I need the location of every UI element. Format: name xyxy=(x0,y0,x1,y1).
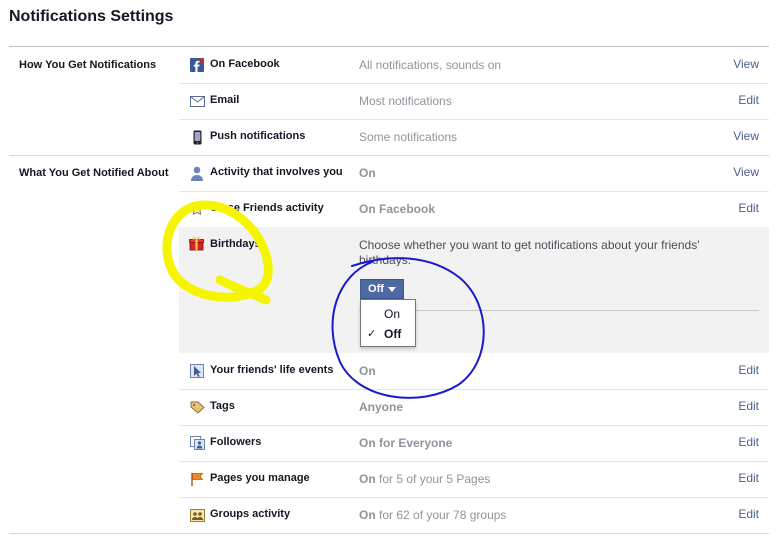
option-label: Off xyxy=(384,327,402,341)
row-label: Pages you manage xyxy=(210,472,310,484)
gift-icon xyxy=(189,236,205,252)
facebook-icon xyxy=(189,57,205,73)
row-value-bold: On xyxy=(359,364,376,378)
view-link[interactable]: View xyxy=(733,57,759,71)
row-label: Activity that involves you xyxy=(210,166,343,178)
row-value: Anyone xyxy=(359,400,403,414)
row-label: Email xyxy=(210,94,240,106)
row-value: Some notifications xyxy=(359,130,458,144)
edit-link[interactable]: Edit xyxy=(738,507,759,521)
row-pages-you-manage: Pages you manage On for 5 of your 5 Page… xyxy=(179,461,769,497)
checkmark-icon: ✓ xyxy=(367,328,377,340)
row-activity-involves-you: Activity that involves you On View xyxy=(179,155,769,191)
row-label: Your friends' life events xyxy=(210,364,334,376)
row-label: Tags xyxy=(210,400,235,412)
edit-link[interactable]: Edit xyxy=(738,93,759,107)
birthdays-label: Birthdays xyxy=(210,238,261,250)
row-label: Followers xyxy=(210,436,262,448)
followers-icon xyxy=(189,435,205,451)
row-label: On Facebook xyxy=(210,58,280,70)
row-value-rest: for 5 of your 5 Pages xyxy=(375,472,491,486)
row-value: On xyxy=(359,166,376,180)
row-followers: Followers On for Everyone Edit xyxy=(179,425,769,461)
pages-flag-icon xyxy=(189,471,205,487)
row-value: On Facebook xyxy=(359,202,436,216)
edit-link[interactable]: Edit xyxy=(738,201,759,215)
row-value-bold: On xyxy=(359,472,376,486)
section-label-how: How You Get Notifications xyxy=(19,59,157,71)
row-label: Close Friends activity xyxy=(210,202,324,214)
edit-link[interactable]: Edit xyxy=(738,471,759,485)
row-value: On for 5 of your 5 Pages xyxy=(359,472,490,486)
star-icon xyxy=(189,201,205,217)
row-email: Email Most notifications Edit xyxy=(179,83,769,119)
birthdays-description: Choose whether you want to get notificat… xyxy=(359,238,700,266)
envelope-icon xyxy=(189,93,205,109)
page-title: Notifications Settings xyxy=(9,8,174,25)
row-value: On xyxy=(359,364,376,378)
row-label: Groups activity xyxy=(210,508,291,520)
person-icon xyxy=(189,165,205,181)
birthdays-dropdown-menu: On ✓ Off xyxy=(360,299,416,347)
row-close-friends: Close Friends activity On Facebook Edit xyxy=(179,191,769,227)
divider xyxy=(9,533,769,534)
option-label: On xyxy=(384,307,401,321)
dropdown-selected-value: Off xyxy=(368,283,384,295)
tag-icon xyxy=(189,399,205,415)
row-groups-activity: Groups activity On for 62 of your 78 gro… xyxy=(179,497,769,533)
row-value: On for 62 of your 78 groups xyxy=(359,508,506,522)
row-push-notifications: Push notifications Some notifications Vi… xyxy=(179,119,769,155)
row-value: Most notifications xyxy=(359,94,452,108)
section-label-what: What You Get Notified About xyxy=(19,167,169,179)
row-value-bold: On xyxy=(359,508,376,522)
row-life-events: Your friends' life events On Edit xyxy=(179,353,769,389)
view-link[interactable]: View xyxy=(733,165,759,179)
groups-icon xyxy=(189,507,205,523)
birthdays-expanded-panel: Birthdays Choose whether you want to get… xyxy=(179,227,769,353)
flag-pointer-icon xyxy=(189,363,205,379)
row-on-facebook: On Facebook All notifications, sounds on… xyxy=(179,47,769,83)
row-value: On for Everyone xyxy=(359,436,452,450)
divider xyxy=(359,310,759,311)
row-value: All notifications, sounds on xyxy=(359,58,502,72)
birthdays-dropdown-button[interactable]: Off xyxy=(360,279,404,299)
row-value-bold: On for Everyone xyxy=(359,436,453,450)
edit-link[interactable]: Edit xyxy=(738,435,759,449)
row-tags: Tags Anyone Edit xyxy=(179,389,769,425)
dropdown-option-on[interactable]: On xyxy=(361,304,415,324)
phone-icon xyxy=(189,129,205,145)
dropdown-option-off[interactable]: ✓ Off xyxy=(361,324,415,344)
chevron-down-icon xyxy=(387,286,396,292)
row-value-bold: Anyone xyxy=(359,400,404,414)
view-link[interactable]: View xyxy=(733,129,759,143)
row-value-rest: for 62 of your 78 groups xyxy=(375,508,507,522)
edit-link[interactable]: Edit xyxy=(738,399,759,413)
row-label: Push notifications xyxy=(210,130,306,142)
edit-link[interactable]: Edit xyxy=(738,363,759,377)
